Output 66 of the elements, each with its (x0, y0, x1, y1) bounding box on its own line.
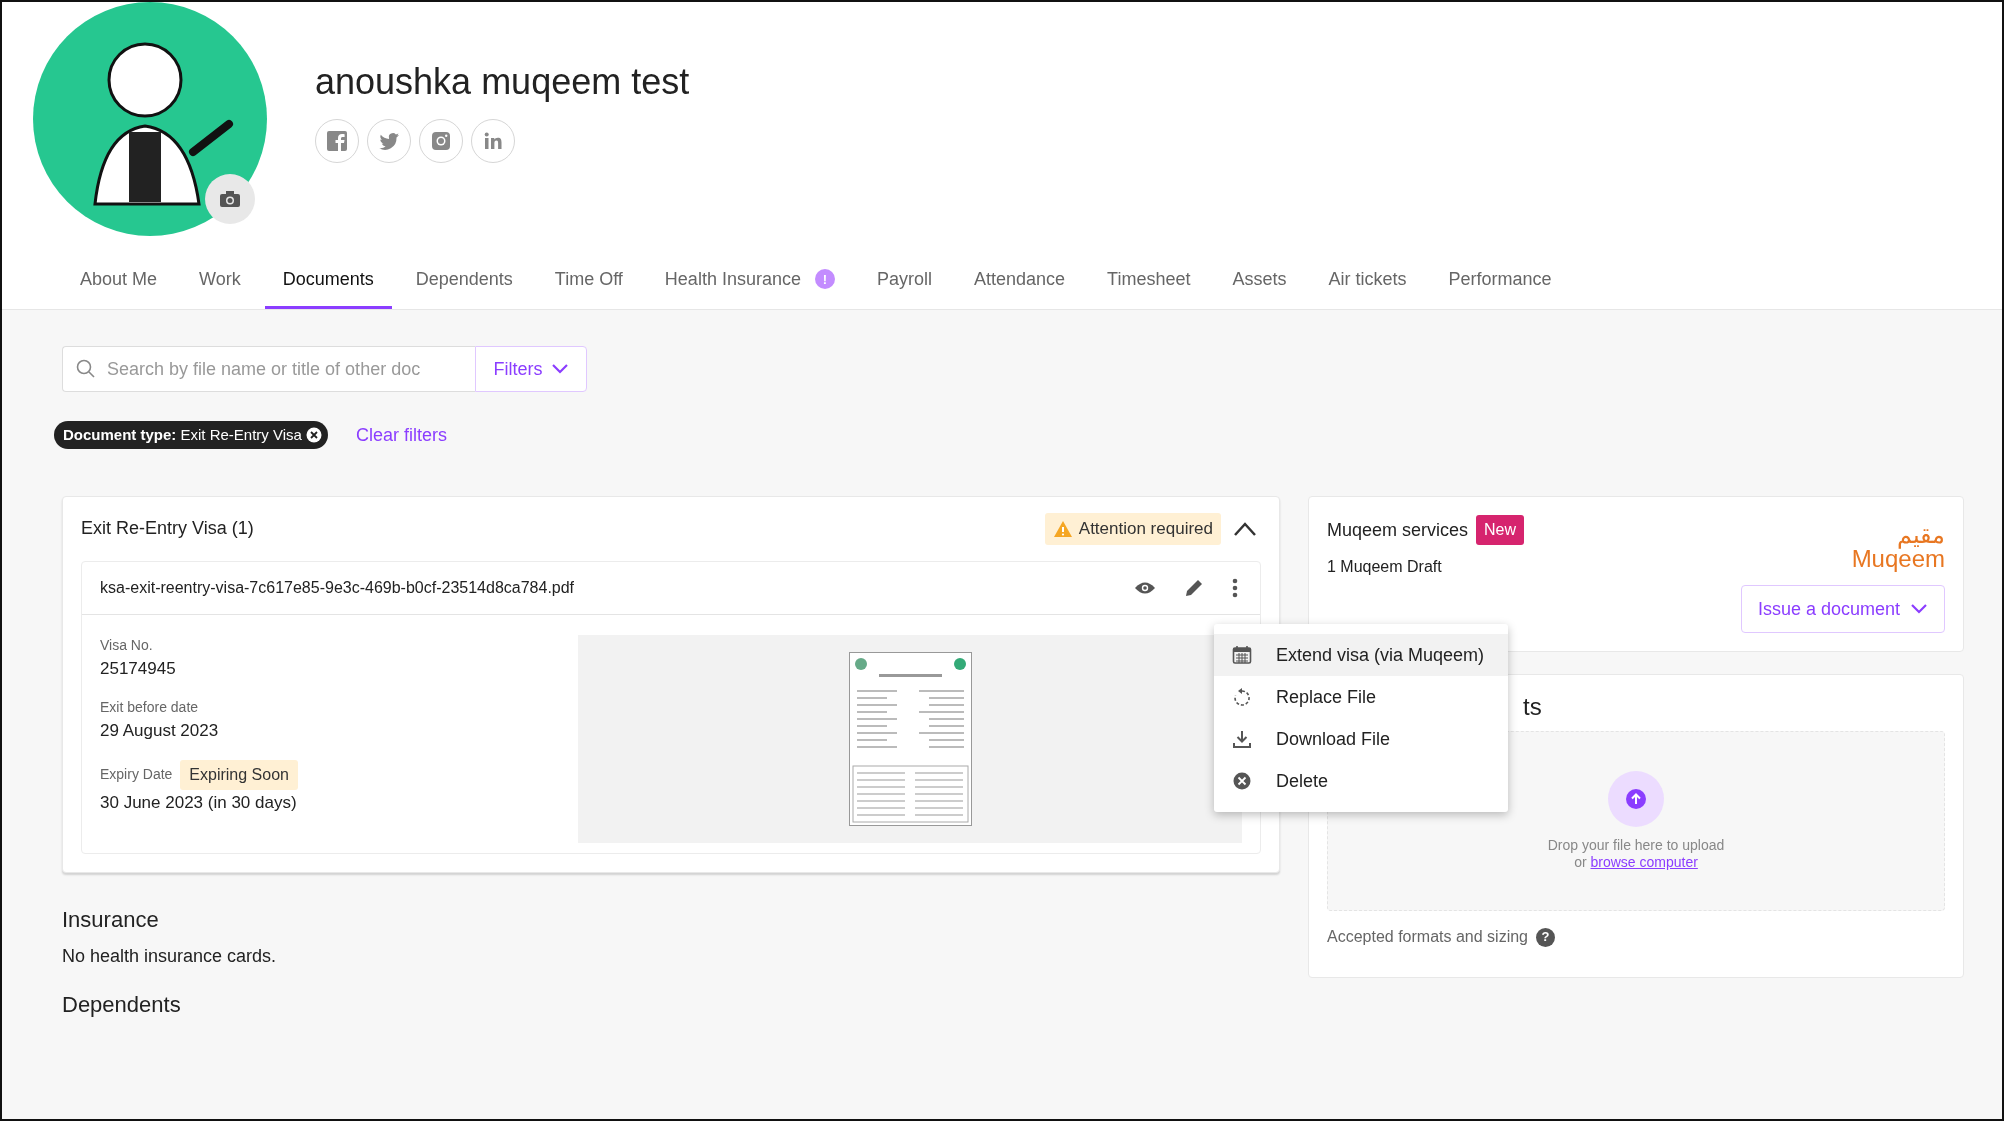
tab[interactable]: Payroll (858, 252, 950, 309)
pencil-icon (1184, 577, 1204, 598)
camera-icon (219, 190, 241, 208)
formats-text: Accepted formats and sizing (1327, 927, 1528, 947)
tab[interactable]: Work (181, 252, 259, 309)
filters-button[interactable]: Filters (475, 346, 587, 392)
instagram-icon (430, 130, 452, 153)
tab[interactable]: Health Insurance ! (646, 252, 853, 309)
drop-instructions: Drop your file here to upload or browse computer (1547, 836, 1725, 872)
draft-count: 1 Muqeem Draft (1327, 557, 1443, 577)
chevron-down-icon (550, 363, 569, 375)
alert-badge: ! (814, 269, 835, 289)
field-value: 30 June 2023 (in 30 days) (100, 791, 298, 814)
logo-text: مقيم (1897, 523, 1945, 547)
chevron-down-icon (1910, 603, 1928, 615)
tab[interactable]: Documents (264, 252, 392, 309)
social-button[interactable] (367, 119, 411, 164)
kebab-icon (1232, 577, 1238, 598)
profile-name: anoushka muqeem test (315, 60, 690, 104)
tab[interactable]: Timesheet (1089, 252, 1209, 309)
social-button[interactable] (315, 119, 359, 164)
section-heading: Insurance (62, 906, 160, 933)
attention-badge: Attention required (1044, 513, 1221, 545)
tab[interactable]: Air tickets (1310, 252, 1425, 309)
filter-chip[interactable]: Document type: Exit Re-Entry Visa (54, 421, 328, 449)
help-icon[interactable]: ? (1536, 927, 1555, 947)
card-title: Muqeem services (1327, 518, 1469, 542)
tab[interactable]: Dependents (397, 252, 531, 309)
social-button[interactable] (419, 119, 463, 164)
menu-item[interactable]: Delete (1214, 760, 1508, 802)
tab[interactable]: Assets (1214, 252, 1305, 309)
tab[interactable]: About Me (62, 252, 176, 309)
search-field[interactable]: Search by file name or title of other doc (62, 346, 475, 392)
section-heading: Dependents (62, 991, 182, 1019)
field-value: 29 August 2023 (100, 720, 220, 742)
chevron-up-icon (1233, 520, 1257, 537)
social-button[interactable] (471, 119, 515, 164)
close-icon[interactable] (305, 427, 322, 443)
status-tag: Expiring Soon (180, 759, 298, 790)
rotate-icon (1232, 687, 1252, 707)
menu-item[interactable]: Replace File (1214, 676, 1508, 718)
issue-document-button[interactable]: Issue a document (1740, 585, 1945, 633)
twitter-icon (378, 130, 400, 153)
menu-item[interactable]: Extend visa (via Muqeem) (1214, 634, 1508, 676)
menu-item[interactable]: Download File (1214, 718, 1508, 760)
card-title: ts (1523, 695, 1543, 719)
group-title: Exit Re-Entry Visa (1) (81, 517, 254, 541)
new-badge: New (1476, 515, 1525, 545)
field-value: 25174945 (100, 657, 177, 680)
browse-link[interactable]: browse computer (1590, 854, 1698, 870)
warning-icon (1052, 519, 1073, 538)
tab[interactable]: Performance (1430, 252, 1570, 309)
section-text: No health insurance cards. (62, 944, 278, 968)
eye-icon (1134, 580, 1156, 595)
file-name: ksa-exit-reentry-visa-7c617e85-9e3c-469b-b0cf-23514d8ca784.pdf (100, 577, 575, 598)
upload-icon (1626, 788, 1646, 809)
field-label: Visa No. (100, 635, 153, 655)
clear-filters-link[interactable]: Clear filters (355, 421, 447, 449)
tab[interactable]: Attendance (956, 252, 1084, 309)
field-label: Expiry Date (100, 765, 173, 784)
download-icon (1232, 729, 1252, 749)
calendar-icon (1232, 645, 1252, 665)
delete-icon (1232, 771, 1252, 791)
tab[interactable]: Time Off (536, 252, 641, 309)
facebook-icon (326, 130, 348, 153)
field-label: Exit before date (100, 698, 199, 717)
